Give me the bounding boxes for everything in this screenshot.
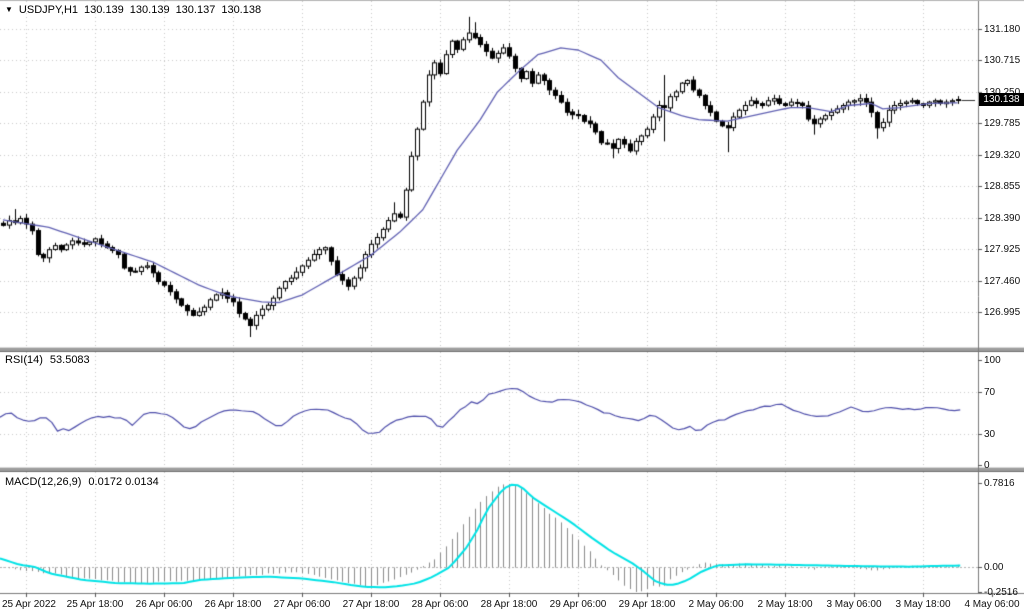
price-axis-label: 129.785 xyxy=(984,118,1020,129)
rsi-axis-label: 0 xyxy=(984,460,990,471)
time-axis-label: 3 May 18:00 xyxy=(885,599,961,610)
price-axis-label: 127.925 xyxy=(984,244,1020,255)
time-axis-label: 26 Apr 18:00 xyxy=(195,599,271,610)
rsi-name: RSI(14) xyxy=(5,354,43,366)
chart-symbol-arrow-icon[interactable]: ▼ xyxy=(5,5,13,14)
time-axis-label: 25 Apr 2022 xyxy=(2,599,56,610)
time-axis-label: 3 May 06:00 xyxy=(816,599,892,610)
time-axis-label: 2 May 18:00 xyxy=(747,599,823,610)
rsi-value: 53.5083 xyxy=(50,354,90,366)
macd-indicator-label: MACD(12,26,9) 0.0172 0.0134 xyxy=(5,476,166,488)
trading-chart-window: ▼ USDJPY,H1 130.139 130.139 130.137 130.138 R… xyxy=(0,0,1024,613)
rsi-axis-label: 100 xyxy=(984,355,1001,366)
macd-axis-label: 0.00 xyxy=(984,562,1003,573)
rsi-axis-label: 30 xyxy=(984,429,995,440)
price-chart-canvas[interactable] xyxy=(0,0,1024,613)
time-axis-label: 25 Apr 18:00 xyxy=(57,599,133,610)
time-axis-label: 29 Apr 06:00 xyxy=(540,599,616,610)
ohlc-open: 130.139 xyxy=(84,4,124,16)
price-axis-label: 129.320 xyxy=(984,150,1020,161)
current-price-tag: 130.138 xyxy=(979,93,1024,106)
time-axis-label: 27 Apr 18:00 xyxy=(333,599,409,610)
rsi-indicator-label: RSI(14) 53.5083 xyxy=(5,354,97,366)
ohlc-close: 130.138 xyxy=(221,4,261,16)
ohlc-low: 130.137 xyxy=(176,4,216,16)
macd-values: 0.0172 0.0134 xyxy=(88,476,158,488)
price-axis-label: 126.995 xyxy=(984,307,1020,318)
price-axis-label: 131.180 xyxy=(984,24,1020,35)
macd-axis-label: -0.2516 xyxy=(984,587,1018,598)
time-axis-label: 4 May 06:00 xyxy=(954,599,1024,610)
time-axis-label: 2 May 06:00 xyxy=(678,599,754,610)
price-axis-label: 128.855 xyxy=(984,181,1020,192)
macd-axis-label: 0.7816 xyxy=(984,478,1015,489)
price-axis-label: 127.460 xyxy=(984,276,1020,287)
macd-name: MACD(12,26,9) xyxy=(5,476,81,488)
chart-ohlc-header: ▼ USDJPY,H1 130.139 130.139 130.137 130.138 xyxy=(5,4,267,16)
ohlc-high: 130.139 xyxy=(130,4,170,16)
time-axis-label: 28 Apr 18:00 xyxy=(471,599,547,610)
time-axis-label: 29 Apr 18:00 xyxy=(609,599,685,610)
rsi-axis-label: 70 xyxy=(984,387,995,398)
time-axis-label: 27 Apr 06:00 xyxy=(264,599,340,610)
time-axis-label: 28 Apr 06:00 xyxy=(402,599,478,610)
symbol-label: USDJPY,H1 xyxy=(19,4,78,16)
price-axis-label: 128.390 xyxy=(984,213,1020,224)
time-axis-label: 26 Apr 06:00 xyxy=(126,599,202,610)
price-axis-label: 130.715 xyxy=(984,55,1020,66)
